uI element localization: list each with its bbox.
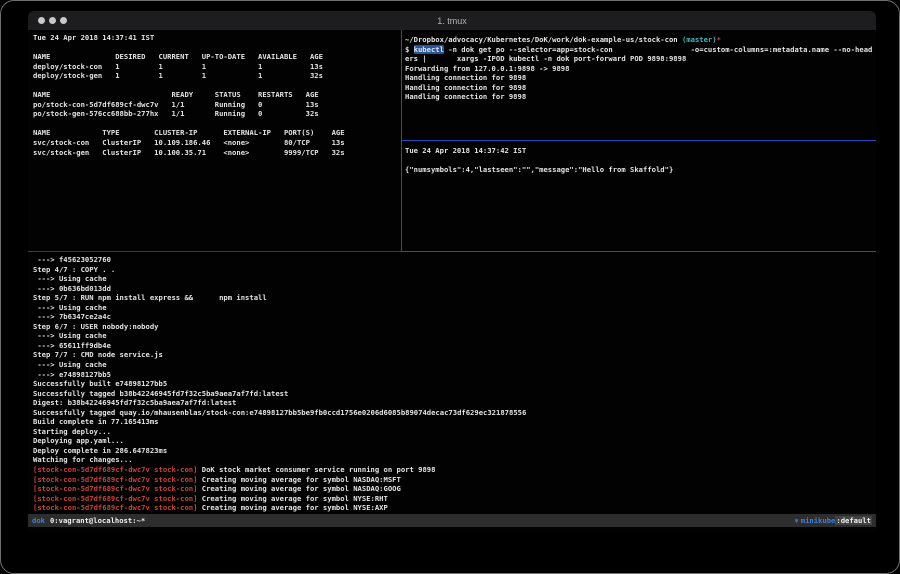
- tmux-session-name: dok: [32, 516, 45, 526]
- screenshot-frame: 1. tmux Tue 24 Apr 2018 14:37:41 IST NAM…: [0, 0, 900, 574]
- pane-divider-right-horizontal[interactable]: [402, 140, 876, 141]
- terminal-window: 1. tmux Tue 24 Apr 2018 14:37:41 IST NAM…: [28, 11, 876, 533]
- window-title: 1. tmux: [28, 11, 876, 30]
- kubernetes-context-widget: ⎈ minikube :default: [794, 516, 872, 526]
- pane-port-forward[interactable]: ~/Dropbox/advocacy/Kubernetes/DoK/work/d…: [402, 30, 876, 145]
- window-titlebar: 1. tmux: [28, 11, 876, 30]
- close-button[interactable]: [38, 17, 45, 24]
- tmux-status-bar: dok 0:vagrant@localhost:~* ⎈ minikube :d…: [28, 514, 876, 527]
- traffic-lights: [38, 11, 67, 30]
- kubernetes-context-name: minikube: [801, 516, 836, 526]
- minimize-button[interactable]: [49, 17, 56, 24]
- kubernetes-namespace: :default: [835, 516, 872, 526]
- pane-service-response[interactable]: Tue 24 Apr 2018 14:37:42 IST {"numsymbol…: [402, 141, 876, 256]
- zoom-button[interactable]: [60, 17, 67, 24]
- pane-kubectl-resources[interactable]: Tue 24 Apr 2018 14:37:41 IST NAME DESIRE…: [28, 30, 406, 254]
- pane-skaffold-build-log[interactable]: ---> f45623052760Step 4/7 : COPY . . ---…: [28, 252, 876, 514]
- pane-divider-main-left[interactable]: [28, 251, 401, 252]
- tmux-window-label[interactable]: 0:vagrant@localhost:~*: [50, 516, 145, 526]
- pane-divider-main-right[interactable]: [401, 251, 876, 252]
- kubernetes-helm-icon: ⎈: [794, 516, 798, 526]
- tmux-terminal: Tue 24 Apr 2018 14:37:41 IST NAME DESIRE…: [28, 30, 876, 533]
